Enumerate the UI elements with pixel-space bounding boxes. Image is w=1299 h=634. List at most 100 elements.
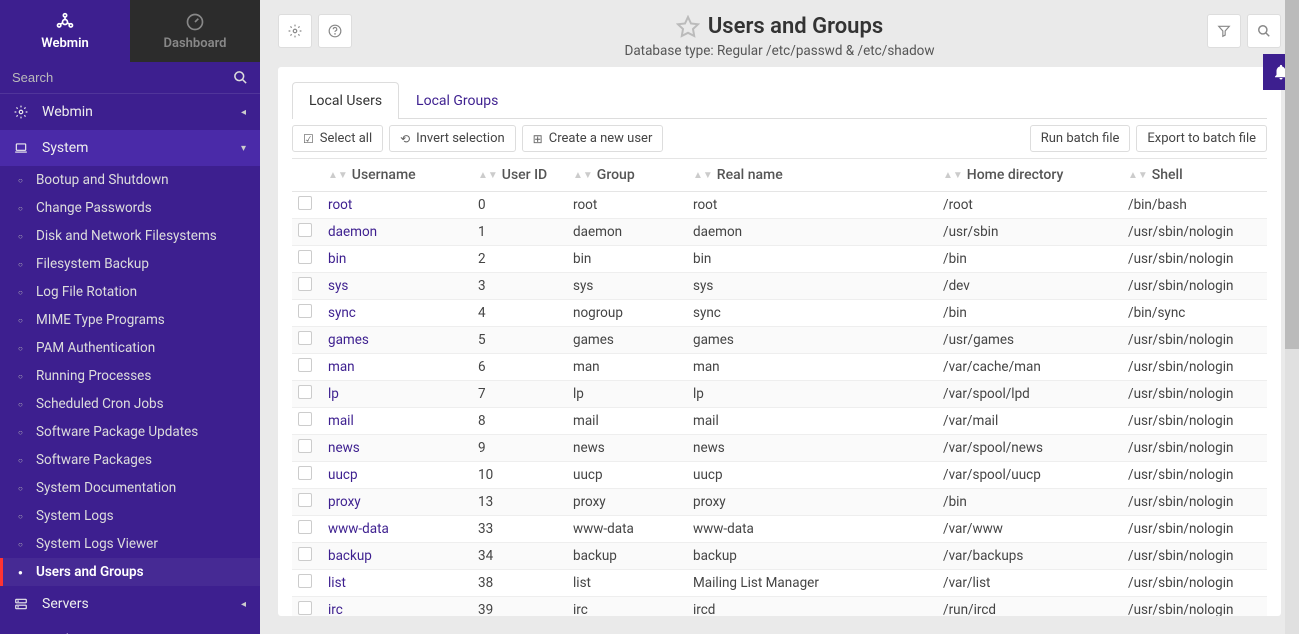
table-row: list38listMailing List Manager/var/list/… bbox=[292, 570, 1267, 597]
username-link[interactable]: sync bbox=[328, 305, 356, 321]
username-link[interactable]: games bbox=[328, 332, 369, 348]
col-shell[interactable]: Shell bbox=[1152, 167, 1183, 183]
username-link[interactable]: mail bbox=[328, 413, 354, 429]
username-link[interactable]: man bbox=[328, 359, 355, 375]
nav-item[interactable]: System Logs bbox=[0, 502, 260, 530]
cell-shell: /usr/sbin/nologin bbox=[1122, 408, 1267, 435]
sort-icon[interactable]: ▲▼ bbox=[573, 173, 593, 178]
row-checkbox[interactable] bbox=[298, 574, 312, 588]
export-batch-button[interactable]: Export to batch file bbox=[1136, 125, 1267, 152]
cell-real: Mailing List Manager bbox=[687, 570, 937, 597]
nav-item[interactable]: MIME Type Programs bbox=[0, 306, 260, 334]
row-checkbox[interactable] bbox=[298, 466, 312, 480]
servers-icon bbox=[14, 597, 34, 611]
username-link[interactable]: lp bbox=[328, 386, 339, 402]
sort-icon[interactable]: ▲▼ bbox=[328, 173, 348, 178]
row-checkbox[interactable] bbox=[298, 439, 312, 453]
tab-local-users[interactable]: Local Users bbox=[292, 82, 399, 119]
nav-item[interactable]: Log File Rotation bbox=[0, 278, 260, 306]
search-row bbox=[0, 62, 260, 94]
dashboard-icon bbox=[185, 12, 205, 32]
nav-item[interactable]: System Documentation bbox=[0, 474, 260, 502]
row-checkbox[interactable] bbox=[298, 196, 312, 210]
sort-icon[interactable]: ▲▼ bbox=[1128, 173, 1148, 178]
row-checkbox[interactable] bbox=[298, 601, 312, 615]
col-username[interactable]: Username bbox=[352, 167, 416, 183]
create-user-button[interactable]: ⊞Create a new user bbox=[522, 125, 664, 152]
nav-item[interactable]: Software Packages bbox=[0, 446, 260, 474]
username-link[interactable]: irc bbox=[328, 602, 343, 616]
search-icon[interactable] bbox=[233, 70, 248, 85]
row-checkbox[interactable] bbox=[298, 358, 312, 372]
username-link[interactable]: backup bbox=[328, 548, 372, 564]
filter-button[interactable] bbox=[1207, 14, 1241, 48]
nav-item[interactable]: Change Passwords bbox=[0, 194, 260, 222]
table-row: sys3syssys/dev/usr/sbin/nologin bbox=[292, 273, 1267, 300]
cell-real: games bbox=[687, 327, 937, 354]
tab-local-groups[interactable]: Local Groups bbox=[399, 82, 515, 119]
table-row: root0rootroot/root/bin/bash bbox=[292, 192, 1267, 219]
nav-item[interactable]: System Logs Viewer bbox=[0, 530, 260, 558]
nav-section-tools[interactable]: Tools◂ bbox=[0, 622, 260, 634]
col-home[interactable]: Home directory bbox=[967, 167, 1064, 183]
sort-icon[interactable]: ▲▼ bbox=[478, 173, 498, 178]
scrollbar[interactable] bbox=[1285, 0, 1299, 634]
run-batch-button[interactable]: Run batch file bbox=[1030, 125, 1131, 152]
cell-shell: /usr/sbin/nologin bbox=[1122, 570, 1267, 597]
row-checkbox[interactable] bbox=[298, 547, 312, 561]
star-icon[interactable] bbox=[676, 15, 700, 39]
username-link[interactable]: list bbox=[328, 575, 346, 591]
col-real[interactable]: Real name bbox=[717, 167, 783, 183]
username-link[interactable]: news bbox=[328, 440, 360, 456]
search-button[interactable] bbox=[1247, 14, 1281, 48]
username-link[interactable]: root bbox=[328, 197, 352, 213]
username-link[interactable]: uucp bbox=[328, 467, 358, 483]
nav-item[interactable]: Bootup and Shutdown bbox=[0, 166, 260, 194]
sidebar-tab-label: Webmin bbox=[41, 36, 88, 51]
content: Local Users Local Groups ☑Select all ⟲In… bbox=[278, 67, 1281, 616]
cell-uid: 3 bbox=[472, 273, 567, 300]
cell-group: man bbox=[567, 354, 687, 381]
sort-icon[interactable]: ▲▼ bbox=[693, 173, 713, 178]
nav-item[interactable]: Users and Groups bbox=[0, 558, 260, 586]
nav-item[interactable]: PAM Authentication bbox=[0, 334, 260, 362]
table-row: man6manman/var/cache/man/usr/sbin/nologi… bbox=[292, 354, 1267, 381]
username-link[interactable]: daemon bbox=[328, 224, 377, 240]
sort-icon[interactable]: ▲▼ bbox=[943, 173, 963, 178]
nav-section-servers[interactable]: Servers◂ bbox=[0, 586, 260, 622]
nav-section-system[interactable]: System▾ bbox=[0, 130, 260, 166]
row-checkbox[interactable] bbox=[298, 385, 312, 399]
row-checkbox[interactable] bbox=[298, 520, 312, 534]
nav-item[interactable]: Disk and Network Filesystems bbox=[0, 222, 260, 250]
row-checkbox[interactable] bbox=[298, 412, 312, 426]
row-checkbox[interactable] bbox=[298, 304, 312, 318]
select-all-button[interactable]: ☑Select all bbox=[292, 125, 383, 152]
search-input[interactable] bbox=[12, 70, 233, 85]
cell-group: backup bbox=[567, 543, 687, 570]
row-checkbox[interactable] bbox=[298, 493, 312, 507]
invert-selection-button[interactable]: ⟲Invert selection bbox=[389, 125, 516, 152]
nav-item[interactable]: Running Processes bbox=[0, 362, 260, 390]
username-link[interactable]: bin bbox=[328, 251, 346, 267]
scrollbar-thumb[interactable] bbox=[1285, 0, 1299, 349]
row-checkbox[interactable] bbox=[298, 250, 312, 264]
col-uid[interactable]: User ID bbox=[502, 167, 547, 183]
help-button[interactable] bbox=[318, 14, 352, 48]
sidebar-tab-dashboard[interactable]: Dashboard bbox=[130, 0, 260, 62]
cell-group: nogroup bbox=[567, 300, 687, 327]
username-link[interactable]: proxy bbox=[328, 494, 361, 510]
nav-item[interactable]: Software Package Updates bbox=[0, 418, 260, 446]
sidebar-tab-webmin[interactable]: Webmin bbox=[0, 0, 130, 62]
cell-shell: /usr/sbin/nologin bbox=[1122, 543, 1267, 570]
row-checkbox[interactable] bbox=[298, 277, 312, 291]
row-checkbox[interactable] bbox=[298, 331, 312, 345]
settings-button[interactable] bbox=[278, 14, 312, 48]
col-group[interactable]: Group bbox=[597, 167, 635, 183]
nav-section-webmin[interactable]: Webmin◂ bbox=[0, 94, 260, 130]
nav-item[interactable]: Filesystem Backup bbox=[0, 250, 260, 278]
username-link[interactable]: www-data bbox=[328, 521, 389, 537]
row-checkbox[interactable] bbox=[298, 223, 312, 237]
nav-item[interactable]: Scheduled Cron Jobs bbox=[0, 390, 260, 418]
cell-home: /var/backups bbox=[937, 543, 1122, 570]
username-link[interactable]: sys bbox=[328, 278, 348, 294]
